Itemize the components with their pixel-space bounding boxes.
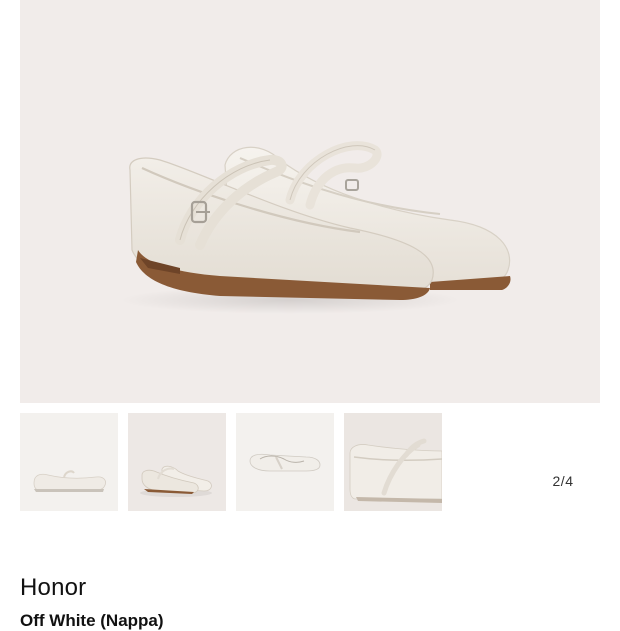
shoe-top-thumbnail-image bbox=[236, 413, 334, 511]
thumbnail-1[interactable] bbox=[20, 413, 118, 511]
shoe-pair-thumbnail-image bbox=[128, 413, 226, 511]
thumbnail-2[interactable] bbox=[128, 413, 226, 511]
gallery-counter: 2/4 bbox=[552, 473, 574, 489]
product-main-image[interactable] bbox=[20, 0, 600, 403]
shoe-side-thumbnail-image bbox=[20, 413, 118, 511]
product-title: Honor bbox=[20, 574, 87, 601]
thumbnail-3[interactable] bbox=[236, 413, 334, 511]
shoe-detail-thumbnail-image bbox=[344, 413, 442, 511]
product-color-label: Off White (Nappa) bbox=[20, 611, 164, 630]
thumbnail-4[interactable] bbox=[344, 413, 442, 511]
shoe-pair-illustration bbox=[120, 141, 511, 314]
